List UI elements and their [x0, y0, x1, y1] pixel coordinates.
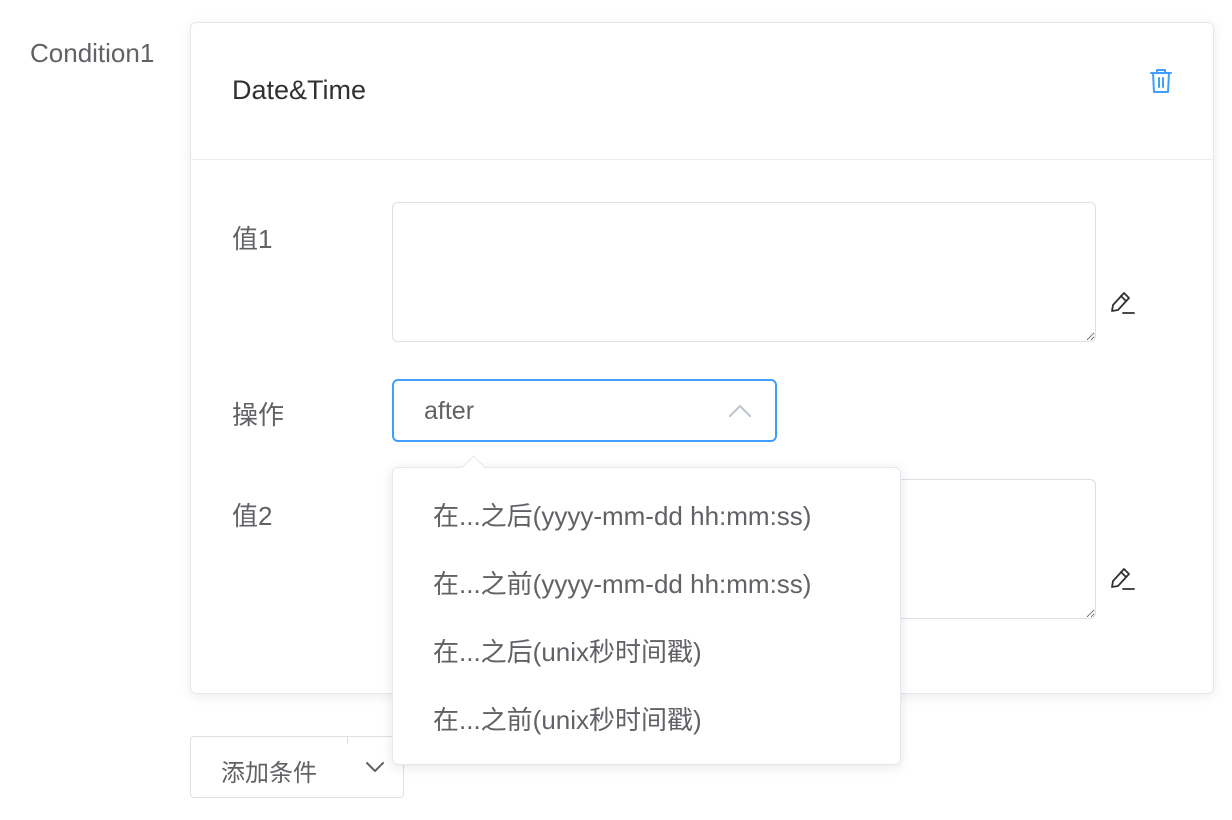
card-title: Date&Time [232, 75, 367, 105]
value2-label: 值2 [232, 501, 273, 531]
trash-icon[interactable] [1149, 68, 1173, 94]
chevron-down-icon[interactable] [365, 759, 385, 775]
operation-dropdown: 在...之后(yyyy-mm-dd hh:mm:ss) 在...之前(yyyy-… [392, 455, 901, 765]
value1-textarea[interactable] [392, 202, 1096, 342]
dropdown-option[interactable]: 在...之后(unix秒时间戳) [393, 618, 900, 686]
dropdown-option[interactable]: 在...之前(yyyy-mm-dd hh:mm:ss) [393, 550, 900, 618]
condition-label: Condition1 [30, 38, 155, 68]
operation-label: 操作 [232, 400, 285, 430]
dropdown-option[interactable]: 在...之前(unix秒时间戳) [393, 686, 900, 754]
dropdown-option[interactable]: 在...之后(yyyy-mm-dd hh:mm:ss) [393, 482, 900, 550]
add-condition-button[interactable]: 添加条件 [190, 736, 404, 798]
card-header: Date&Time [191, 23, 1213, 160]
split-divider [347, 736, 348, 744]
chevron-up-icon [729, 405, 751, 417]
operation-select-value: after [424, 397, 475, 425]
operation-select[interactable]: after [392, 379, 777, 442]
pencil-icon[interactable] [1107, 565, 1135, 593]
value1-label: 值1 [232, 224, 273, 254]
dropdown-list: 在...之后(yyyy-mm-dd hh:mm:ss) 在...之前(yyyy-… [393, 482, 900, 754]
pencil-icon[interactable] [1107, 289, 1135, 317]
add-condition-label: 添加条件 [221, 760, 317, 787]
